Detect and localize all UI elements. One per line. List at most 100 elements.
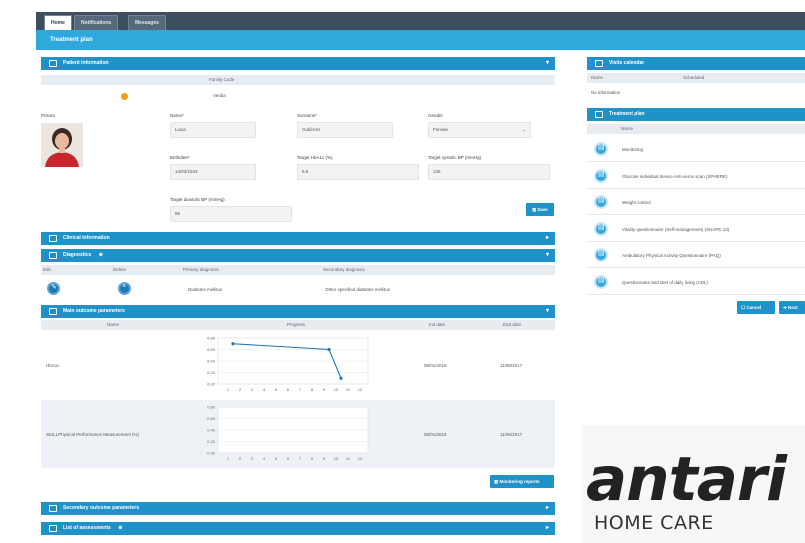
plan-item-label[interactable]: Ambulatory Physical Activity Questionnai… bbox=[622, 253, 721, 258]
section-title: Clinical information bbox=[63, 235, 110, 241]
surname-label: Surname* bbox=[297, 113, 318, 118]
x-tick-label: 5 bbox=[275, 387, 278, 392]
family-code-value: Verdia bbox=[213, 93, 226, 98]
y-tick-label: 6.40 bbox=[207, 359, 216, 364]
page-title: Treatment plan bbox=[36, 30, 805, 50]
save-icon: 🖫 bbox=[532, 207, 537, 212]
x-tick-label: 11 bbox=[346, 456, 351, 461]
pencil-icon: ✎ bbox=[51, 284, 57, 291]
list-icon bbox=[49, 252, 57, 259]
plan-item-label[interactable]: Monitoring bbox=[622, 147, 643, 152]
target-diastolic-label: Target diastolic BP (mmHg) bbox=[170, 197, 225, 202]
target-hba1c-field[interactable]: 6.5 bbox=[297, 164, 419, 180]
clipboard-icon: ▤ bbox=[598, 144, 605, 151]
x-tick-label: 6 bbox=[287, 456, 290, 461]
diagnostics-table-header: Edit Delete Primary diagnosis Secondary … bbox=[41, 265, 555, 275]
target-diastolic-field[interactable]: 85 bbox=[170, 206, 292, 222]
col-init-date: Init date bbox=[429, 322, 446, 327]
section-title: List of assessments bbox=[63, 525, 111, 531]
tab-notifications[interactable]: Notifications bbox=[74, 15, 119, 30]
assessments-header[interactable]: List of assessments ⊕ ▸ bbox=[41, 522, 555, 535]
x-tick-label: 7 bbox=[299, 387, 302, 392]
target-systolic-field[interactable]: 135 bbox=[428, 164, 550, 180]
x-tick-label: 1 bbox=[227, 387, 230, 392]
user-icon bbox=[49, 60, 57, 67]
cancel-label: Cancel bbox=[746, 305, 762, 310]
brand-tagline: HOME CARE bbox=[594, 512, 714, 534]
patient-photo bbox=[41, 123, 83, 167]
add-icon[interactable]: ⊕ bbox=[118, 525, 122, 531]
plan-item-label[interactable]: Weight control bbox=[622, 200, 651, 205]
close-icon: × bbox=[122, 283, 127, 290]
x-tick-label: 9 bbox=[323, 387, 326, 392]
x-tick-label: 6 bbox=[287, 387, 290, 392]
save-label: Save bbox=[537, 207, 548, 212]
x-tick-label: 3 bbox=[251, 387, 254, 392]
save-button[interactable]: 🖫 Save bbox=[526, 203, 554, 216]
clipboard-icon: ▤ bbox=[598, 250, 605, 257]
x-tick-label: 10 bbox=[334, 387, 339, 392]
plan-item-icon: ▤ bbox=[594, 248, 608, 262]
section-title: Main outcome parameters bbox=[63, 308, 125, 314]
next-button[interactable]: ➔ Next bbox=[779, 301, 805, 314]
x-tick-label: 4 bbox=[263, 456, 266, 461]
clipboard-icon: ▤ bbox=[598, 170, 605, 178]
end-date: 11/06/2017 bbox=[500, 432, 523, 437]
outcome-name: SKILLPhysical Performance Measurement (%… bbox=[46, 432, 140, 437]
name-label: Name* bbox=[170, 113, 184, 118]
chevron-down-icon: ▾ bbox=[545, 252, 549, 258]
data-point bbox=[231, 342, 235, 346]
tab-home[interactable]: Home bbox=[44, 15, 72, 30]
delete-diagnosis-button[interactable]: × bbox=[118, 282, 131, 295]
x-tick-label: 2 bbox=[239, 456, 242, 461]
x-tick-label: 7 bbox=[299, 456, 302, 461]
cancel-button[interactable]: ☐ Cancel bbox=[737, 301, 775, 314]
row-divider bbox=[587, 240, 805, 242]
close-icon: ☐ bbox=[741, 305, 746, 310]
plan-item-label[interactable]: Questionnaire and Diet of daily living (… bbox=[622, 280, 708, 285]
x-tick-label: 12 bbox=[358, 456, 363, 461]
tab-messages[interactable]: Messages bbox=[128, 15, 166, 30]
surname-field[interactable]: Gutiérrez bbox=[297, 122, 393, 138]
chevron-right-icon: ▸ bbox=[545, 525, 549, 531]
edit-diagnosis-button[interactable]: ✎ bbox=[47, 282, 60, 295]
chevron-right-icon: ▸ bbox=[545, 505, 549, 511]
monitoring-label: Monitoring reports bbox=[499, 479, 540, 484]
plan-item-label[interactable]: Vitality questionnaire (Self-management)… bbox=[622, 227, 729, 232]
clipboard-icon bbox=[49, 235, 57, 242]
y-tick-label: 0.00 bbox=[207, 451, 216, 456]
main-outcomes-header[interactable]: Main outcome parameters ▾ bbox=[41, 305, 555, 318]
plan-icon bbox=[595, 111, 603, 118]
x-tick-label: 3 bbox=[251, 456, 254, 461]
add-icon[interactable]: ⊕ bbox=[99, 252, 103, 258]
x-tick-label: 1 bbox=[227, 456, 230, 461]
birthdate-field[interactable]: 14/03/1943 bbox=[170, 164, 256, 180]
name-field[interactable]: Luisa bbox=[170, 122, 256, 138]
target-hba1c-label: Target HbA1c (%) bbox=[297, 155, 333, 160]
col-primary: Primary diagnosis bbox=[183, 267, 219, 272]
plan-item-label[interactable]: Glucose individual device Anti-xerox sca… bbox=[622, 174, 728, 179]
physical-performance-progress-chart: 0.800.600.400.200.001 2 3 4 5 6 7 8 9 10 11 12 bbox=[207, 405, 369, 461]
x-tick-label: 5 bbox=[275, 456, 278, 461]
section-title: Visits calendar bbox=[609, 60, 645, 66]
col-end-date: End date bbox=[503, 322, 522, 327]
gender-value: Female bbox=[433, 127, 449, 132]
family-code-label: Family Code bbox=[41, 75, 555, 85]
y-tick-label: 0.60 bbox=[207, 416, 216, 421]
patient-information-header[interactable]: Patient information ▾ bbox=[41, 57, 555, 70]
gender-select[interactable]: Female ⌄ bbox=[428, 122, 531, 138]
top-navigation-bar: Home Notifications Messages bbox=[36, 12, 805, 30]
row-divider bbox=[587, 293, 805, 295]
visits-calendar-header[interactable]: Visits calendar bbox=[587, 57, 805, 70]
picture-label: Picture bbox=[41, 113, 56, 118]
col-scheduled: Scheduled bbox=[683, 75, 705, 80]
treatment-plan-header[interactable]: Treatment plan bbox=[587, 108, 805, 121]
diagnostics-header[interactable]: Diagnostics ⊕ ▾ bbox=[41, 249, 555, 262]
monitoring-reports-button[interactable]: ▥ Monitoring reports bbox=[490, 475, 554, 488]
clinical-information-header[interactable]: Clinical information ▸ bbox=[41, 232, 555, 245]
section-title: Patient information bbox=[63, 60, 109, 66]
x-tick-label: 10 bbox=[334, 456, 339, 461]
target-systolic-label: Target systolic BP (mmHg) bbox=[428, 155, 482, 160]
chevron-right-icon: ▸ bbox=[545, 235, 549, 241]
secondary-outcomes-header[interactable]: Secondary outcome parameters ▸ bbox=[41, 502, 555, 515]
